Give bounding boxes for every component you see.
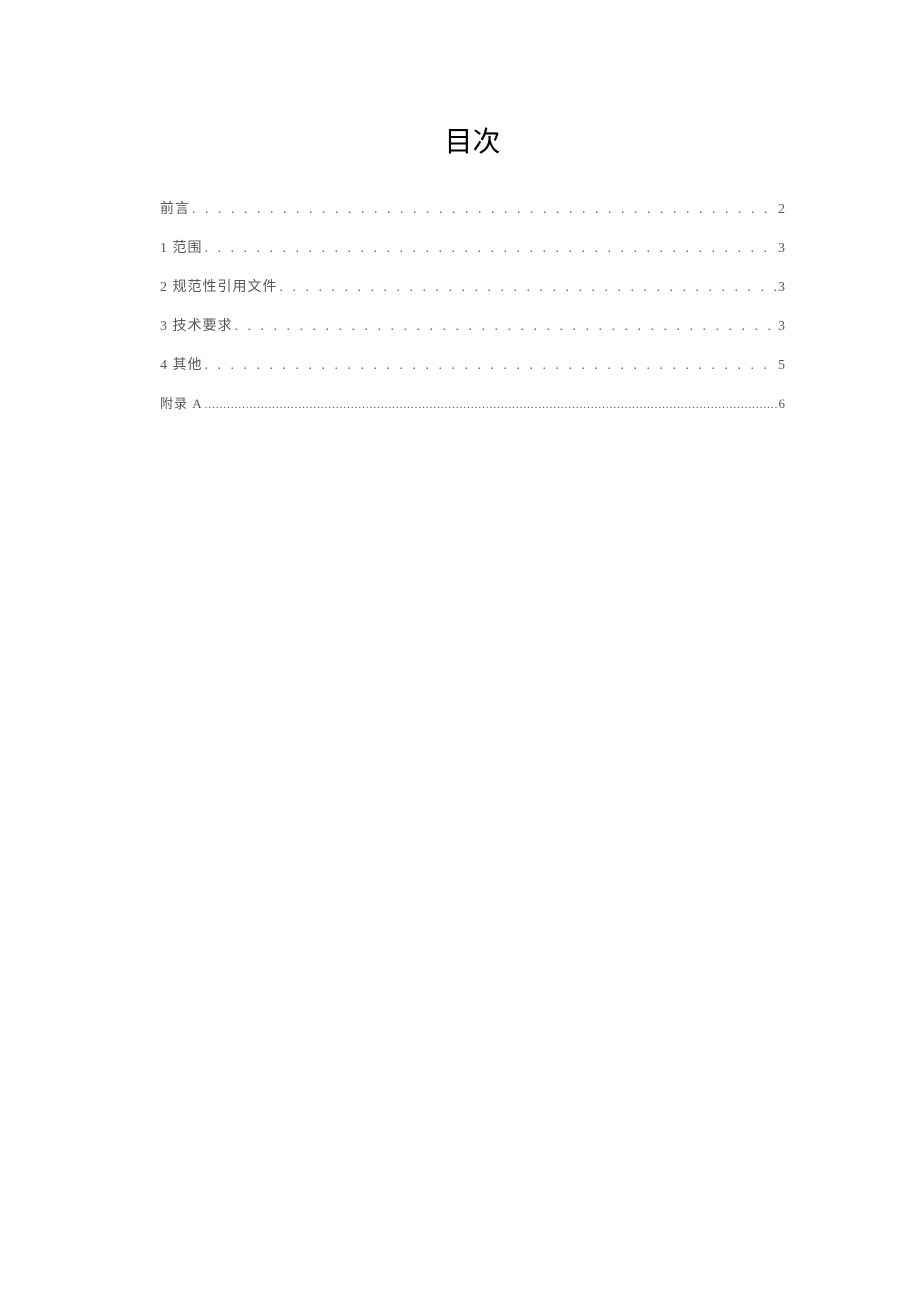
- toc-label: 1 范围: [160, 237, 203, 257]
- toc-leader-dots: ........................................…: [205, 399, 777, 411]
- toc-leader-dots: . . . . . . . . . . . . . . . . . . . . …: [192, 202, 776, 218]
- toc-page-number: 3: [778, 319, 785, 335]
- toc-leader-dots: . . . . . . . . . . . . . . . . . . . . …: [205, 358, 777, 374]
- toc-label: 前言: [160, 198, 190, 218]
- toc-label: 2 规范性引用文件: [160, 276, 278, 296]
- toc-page-number: 5: [778, 358, 785, 374]
- toc-label: 附录 A: [160, 393, 203, 412]
- toc-entry[interactable]: 3 技术要求 . . . . . . . . . . . . . . . . .…: [160, 315, 785, 335]
- toc-entry[interactable]: 1 范围 . . . . . . . . . . . . . . . . . .…: [160, 237, 785, 257]
- toc-entry[interactable]: 前言 . . . . . . . . . . . . . . . . . . .…: [160, 198, 785, 218]
- toc-page-number: 6: [779, 396, 786, 412]
- document-page: 目次 前言 . . . . . . . . . . . . . . . . . …: [0, 0, 920, 412]
- toc-leader-dots: . . . . . . . . . . . . . . . . . . . . …: [280, 280, 777, 296]
- toc-entry[interactable]: 2 规范性引用文件 . . . . . . . . . . . . . . . …: [160, 276, 785, 296]
- toc-label: 3 技术要求: [160, 315, 233, 335]
- toc-page-number: 3: [778, 241, 785, 257]
- toc-leader-dots: . . . . . . . . . . . . . . . . . . . . …: [205, 241, 777, 257]
- toc-leader-dots: . . . . . . . . . . . . . . . . . . . . …: [235, 319, 777, 335]
- toc-page-number: 3: [778, 280, 785, 296]
- toc-label: 4 其他: [160, 354, 203, 374]
- toc-entry[interactable]: 4 其他 . . . . . . . . . . . . . . . . . .…: [160, 354, 785, 374]
- toc-entry[interactable]: 附录 A ...................................…: [160, 393, 785, 412]
- page-title: 目次: [160, 120, 785, 160]
- toc-page-number: 2: [778, 202, 785, 218]
- table-of-contents: 前言 . . . . . . . . . . . . . . . . . . .…: [160, 198, 785, 412]
